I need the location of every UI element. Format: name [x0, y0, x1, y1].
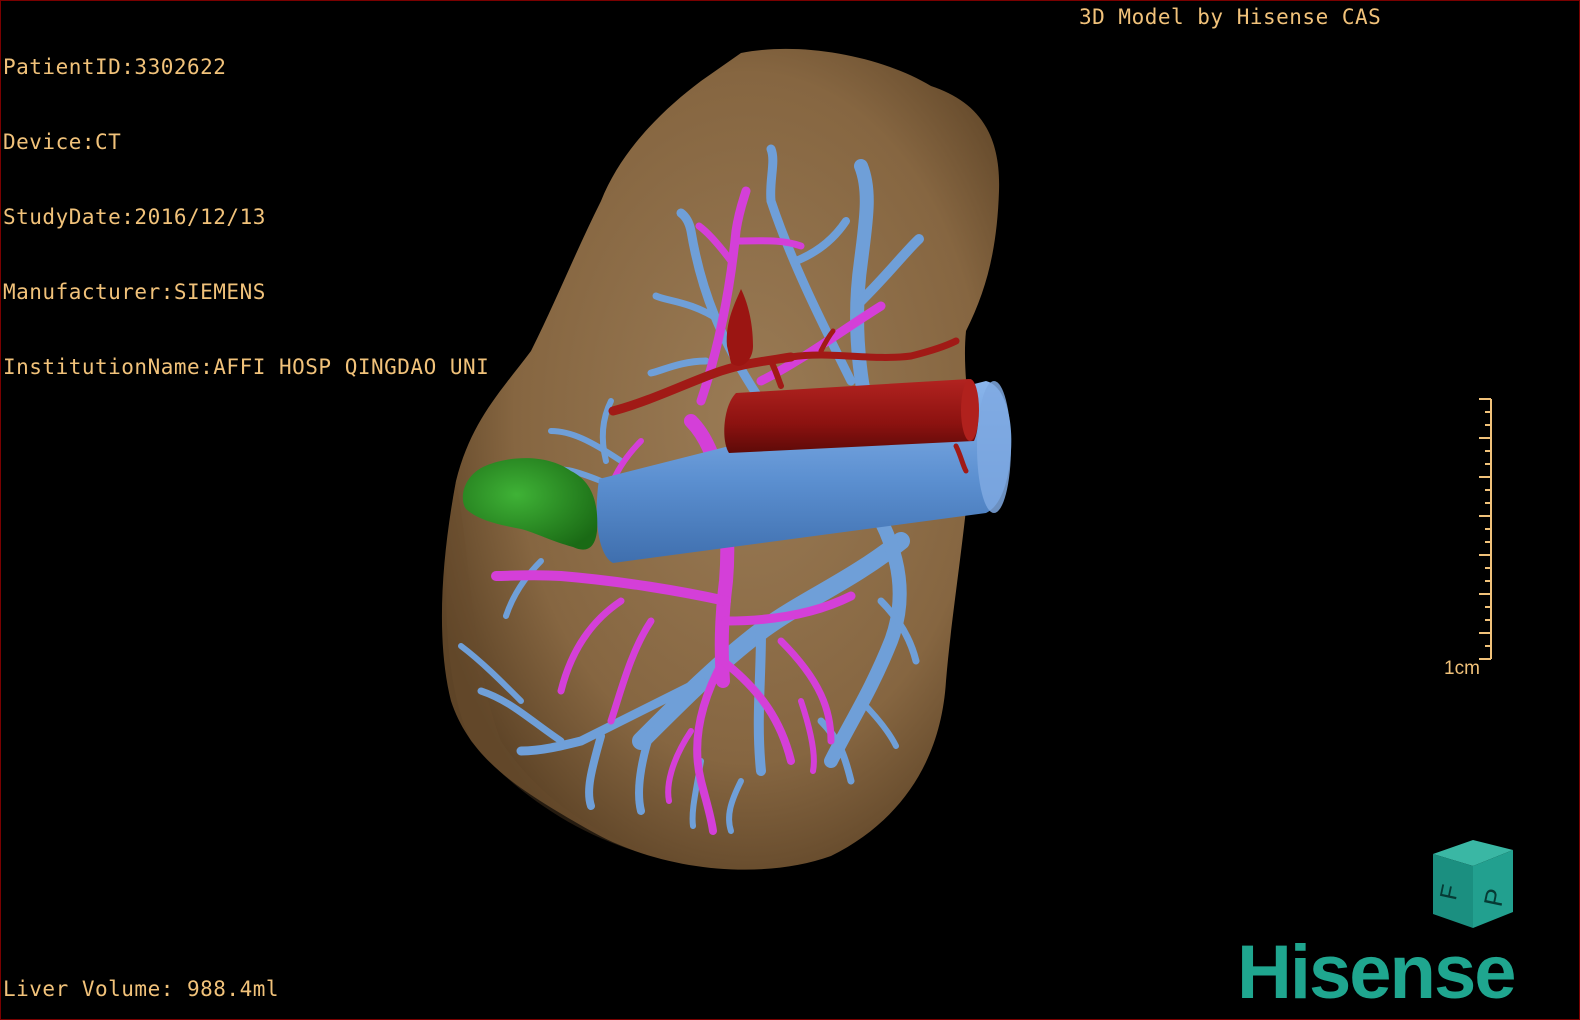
- hisense-logo: Hisense: [1237, 930, 1516, 1015]
- ivc-cap: [977, 381, 1011, 513]
- orientation-cube[interactable]: F P: [1421, 836, 1521, 936]
- scale-ruler: [1479, 398, 1492, 660]
- institution-text: InstitutionName:AFFI HOSP QINGDAO UNI: [3, 355, 490, 379]
- study-date-text: StudyDate:2016/12/13: [3, 205, 266, 229]
- patient-id-text: PatientID:3302622: [3, 55, 227, 79]
- model-brand-label: 3D Model by Hisense CAS: [1079, 5, 1382, 29]
- device-text: Device:CT: [3, 130, 122, 154]
- liver-volume-text: Liver Volume: 988.4ml: [3, 977, 280, 1001]
- manufacturer-text: Manufacturer:SIEMENS: [3, 280, 266, 304]
- aorta-cap: [961, 379, 979, 441]
- scale-label: 1cm: [1444, 658, 1480, 679]
- scale-bar: [1479, 398, 1492, 660]
- study-info-overlay: PatientID:3302622 Device:CT StudyDate:20…: [3, 5, 489, 430]
- 3d-viewport[interactable]: PatientID:3302622 Device:CT StudyDate:20…: [0, 0, 1580, 1020]
